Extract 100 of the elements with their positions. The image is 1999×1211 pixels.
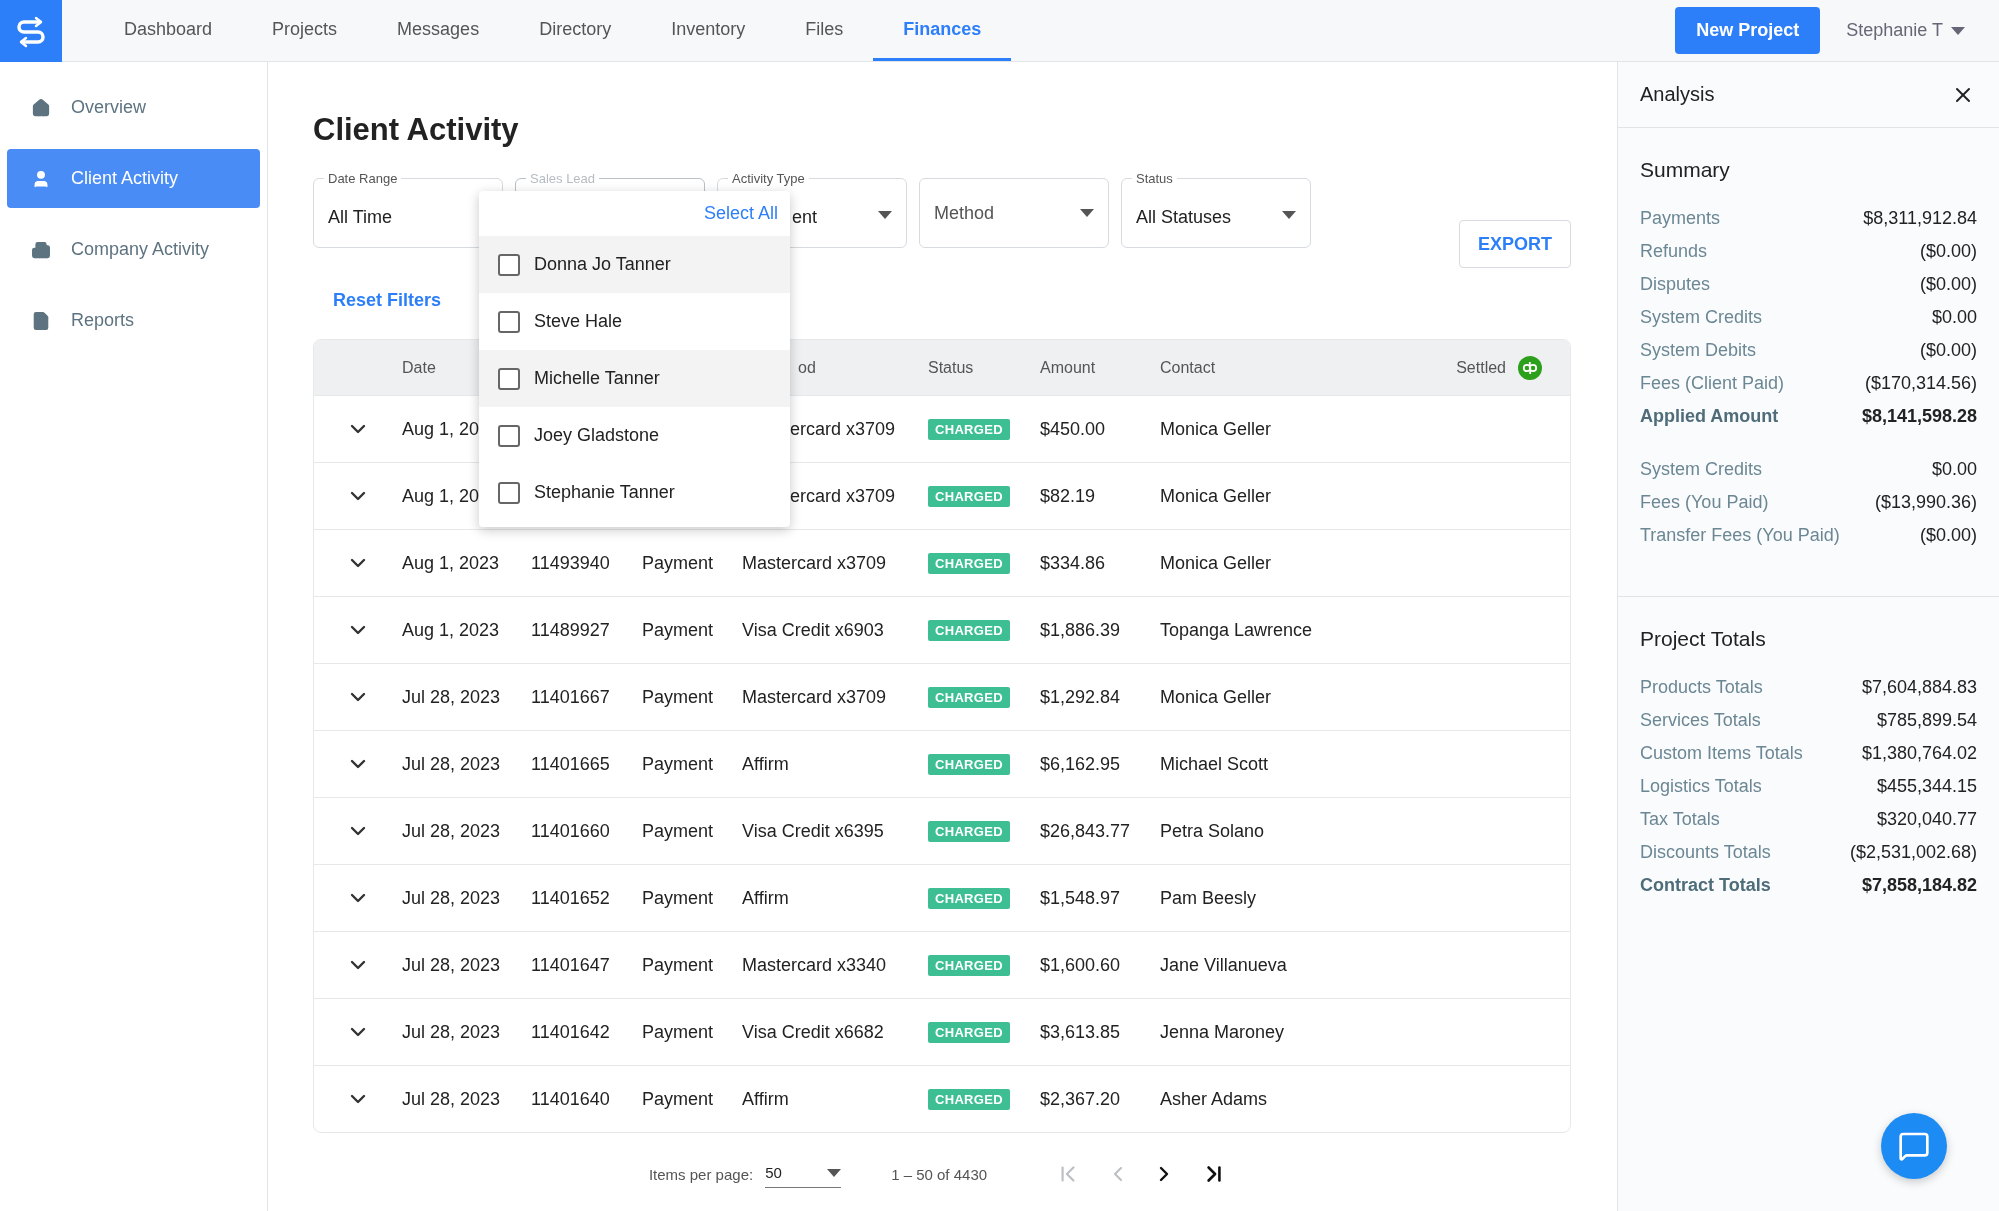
page-title: Client Activity [313, 111, 520, 149]
summary-value: ($0.00) [1919, 340, 1977, 361]
table-cell: Visa Credit x6903 [742, 619, 884, 641]
checkbox[interactable] [498, 367, 520, 390]
table-cell: Monica Geller [1160, 552, 1272, 574]
nav-tab[interactable]: Directory [509, 0, 642, 61]
summary-label: Products Totals [1640, 677, 1763, 698]
checkbox[interactable] [498, 481, 520, 504]
table-cell: Payment [642, 552, 714, 574]
nav-tab[interactable]: Finances [873, 0, 1012, 61]
menu-option[interactable]: Donna Jo Tanner [479, 236, 790, 293]
summary-label: Payments [1640, 208, 1721, 229]
checkbox[interactable] [498, 253, 520, 276]
caret-icon [1080, 209, 1094, 217]
table-cell: $450.00 [1040, 418, 1106, 440]
status-badge: CHARGED [928, 686, 1010, 708]
table-cell: Jul 28, 2023 [402, 1021, 501, 1043]
summary-value: $785,899.54 [1876, 710, 1977, 731]
new-project-button[interactable]: New Project [1675, 7, 1821, 54]
menu-option[interactable]: Steve Hale [479, 293, 790, 350]
table-cell: 11493940 [531, 552, 610, 574]
status-badge: CHARGED [928, 753, 1010, 775]
nav-tab[interactable]: Messages [367, 0, 510, 61]
filter-select[interactable]: Method [919, 178, 1109, 248]
summary-value: $455,344.15 [1876, 776, 1977, 797]
table-cell: $334.86 [1040, 552, 1106, 574]
summary-value: ($0.00) [1919, 525, 1977, 546]
table-cell: Monica Geller [1160, 485, 1272, 507]
option-label: Joey Gladstone [534, 425, 660, 446]
column-header: Status [928, 358, 974, 377]
summary-label: Fees (Client Paid) [1640, 373, 1785, 394]
table-cell: 11401652 [531, 887, 610, 909]
summary-label: Custom Items Totals [1640, 743, 1803, 764]
table-cell: $3,613.85 [1040, 1021, 1121, 1043]
table-cell: $2,367.20 [1040, 1088, 1121, 1110]
sidebar-item[interactable]: Company Activity [7, 220, 260, 279]
table-cell: Jul 28, 2023 [402, 686, 501, 708]
table-cell: Aug 1, 20 [402, 485, 480, 507]
sidebar-item[interactable]: Reports [7, 291, 260, 350]
table-cell: Jane Villanueva [1160, 954, 1287, 976]
accounting-logo-icon [1518, 355, 1542, 380]
column-header: od [798, 358, 816, 377]
table-cell: $82.19 [1040, 485, 1096, 507]
option-label: Stephanie Tanner [534, 482, 675, 503]
document-icon [31, 310, 51, 331]
table-cell: Affirm [742, 887, 789, 909]
summary-label: Refunds [1640, 241, 1708, 262]
sidebar-item[interactable]: Overview [7, 78, 260, 137]
option-label: Michelle Tanner [534, 368, 660, 389]
sidebar-label: Overview [71, 97, 146, 118]
page-size-select[interactable]: 50 [765, 1160, 842, 1188]
column-header: Amount [1040, 358, 1096, 377]
checkbox[interactable] [498, 310, 520, 333]
table-cell: Payment [642, 820, 714, 842]
nav-tab[interactable]: Files [775, 0, 874, 61]
sidebar-label: Company Activity [71, 239, 210, 260]
table-cell: Payment [642, 619, 714, 641]
table-cell: Mastercard x3709 [742, 552, 887, 574]
status-badge: CHARGED [928, 485, 1010, 507]
checkbox[interactable] [498, 424, 520, 447]
caret-icon [878, 211, 892, 219]
summary-value: ($2,531,002.68) [1849, 842, 1977, 863]
menu-option[interactable]: Joey Gladstone [479, 407, 790, 464]
table-cell: Asher Adams [1160, 1088, 1268, 1110]
summary-label: Disputes [1640, 274, 1711, 295]
table-cell: Monica Geller [1160, 686, 1272, 708]
table-cell: Affirm [742, 753, 789, 775]
page-range: 1 – 50 of 4430 [891, 1165, 988, 1183]
summary-value: ($0.00) [1919, 274, 1977, 295]
export-button[interactable]: EXPORT [1459, 220, 1571, 268]
summary-value: $1,380,764.02 [1861, 743, 1977, 764]
column-header: Date [402, 358, 436, 377]
table-cell: 11489927 [531, 619, 610, 641]
menu-option[interactable]: Stephanie Tanner [479, 464, 790, 521]
table-cell: Jul 28, 2023 [402, 753, 501, 775]
table-cell: Jul 28, 2023 [402, 820, 501, 842]
summary-value: ($170,314.56) [1864, 373, 1977, 394]
chat-icon [1898, 1130, 1930, 1162]
table-cell: Petra Solano [1160, 820, 1265, 842]
table-cell: $26,843.77 [1040, 820, 1131, 842]
table-cell: ercard x3709 [790, 418, 896, 440]
nav-tab[interactable]: Dashboard [94, 0, 243, 61]
table-cell: $1,600.60 [1040, 954, 1121, 976]
table-cell: Visa Credit x6682 [742, 1021, 884, 1043]
table-cell: $1,548.97 [1040, 887, 1121, 909]
table-cell: Jenna Maroney [1160, 1021, 1285, 1043]
user-menu[interactable]: Stephanie T [1840, 19, 1971, 42]
table-cell: Mastercard x3709 [742, 686, 887, 708]
logo-icon[interactable] [0, 0, 62, 62]
nav-tab[interactable]: Projects [242, 0, 368, 61]
panel-title: Analysis [1640, 83, 1715, 106]
reset-filters-link[interactable]: Reset Filters [333, 290, 442, 311]
status-badge: CHARGED [928, 619, 1010, 641]
menu-option[interactable]: Michelle Tanner [479, 350, 790, 407]
nav-tab[interactable]: Inventory [641, 0, 776, 61]
sidebar-label: Reports [71, 310, 135, 331]
status-badge: CHARGED [928, 1021, 1010, 1043]
table-cell: 11401647 [531, 954, 610, 976]
summary-value: $8,141,598.28 [1861, 406, 1977, 427]
summary-value: $7,604,884.83 [1861, 677, 1977, 698]
